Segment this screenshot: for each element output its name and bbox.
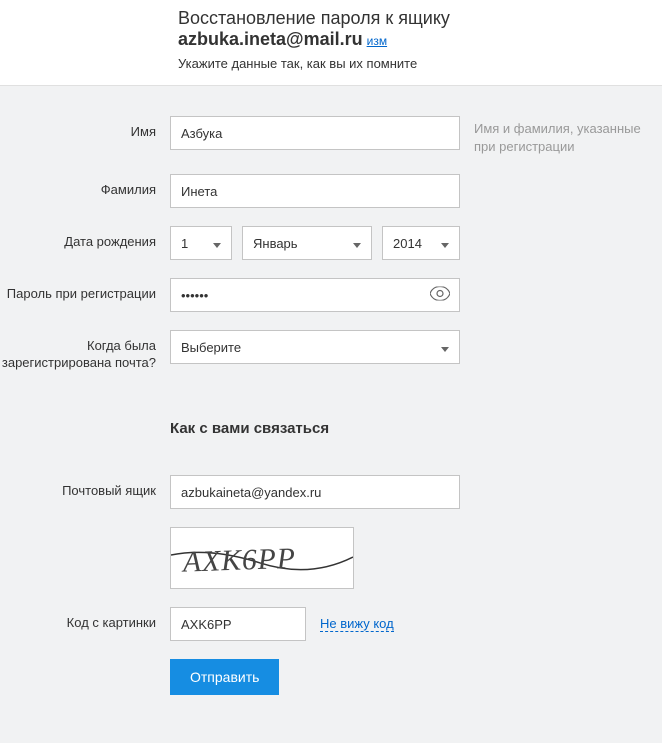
captcha-input[interactable] (170, 607, 306, 641)
label-surname: Фамилия (0, 174, 170, 199)
header: Восстановление пароля к ящику azbuka.ine… (0, 0, 662, 86)
label-name: Имя (0, 116, 170, 141)
day-select[interactable]: 1 (170, 226, 232, 260)
captcha-image: AXK6PP (170, 527, 354, 589)
title-prefix: Восстановление пароля к ящику (178, 8, 450, 28)
chevron-down-icon (213, 236, 221, 251)
label-password: Пароль при регистрации (0, 278, 170, 303)
label-birthdate: Дата рождения (0, 226, 170, 251)
label-mailbox: Почтовый ящик (0, 475, 170, 500)
subtitle: Укажите данные так, как вы их помните (178, 56, 662, 71)
chevron-down-icon (441, 236, 449, 251)
change-link[interactable]: изм (367, 34, 387, 48)
year-value: 2014 (393, 236, 422, 251)
hint-name: Имя и фамилия, указанные при регистрации (460, 116, 645, 156)
eye-icon[interactable] (430, 287, 450, 304)
submit-button[interactable]: Отправить (170, 659, 279, 695)
password-input[interactable] (170, 278, 460, 312)
when-registered-select[interactable]: Выберите (170, 330, 460, 364)
when-registered-value: Выберите (181, 340, 241, 355)
day-value: 1 (181, 236, 188, 251)
title-email: azbuka.ineta@mail.ru (178, 29, 363, 49)
chevron-down-icon (353, 236, 361, 251)
captcha-text: AXK6PP (180, 543, 296, 579)
cant-see-link[interactable]: Не вижу код (320, 616, 394, 632)
chevron-down-icon (441, 340, 449, 355)
month-value: Январь (253, 236, 298, 251)
label-captcha: Код с картинки (0, 607, 170, 632)
year-select[interactable]: 2014 (382, 226, 460, 260)
month-select[interactable]: Январь (242, 226, 372, 260)
name-input[interactable] (170, 116, 460, 150)
page-title: Восстановление пароля к ящику azbuka.ine… (178, 8, 662, 50)
section-contact-title: Как с вами связаться (170, 420, 460, 437)
surname-input[interactable] (170, 174, 460, 208)
form-area: Имя Имя и фамилия, указанные при регистр… (0, 86, 662, 743)
mailbox-input[interactable] (170, 475, 460, 509)
label-when-registered: Когда была зарегистрирована почта? (0, 330, 170, 372)
